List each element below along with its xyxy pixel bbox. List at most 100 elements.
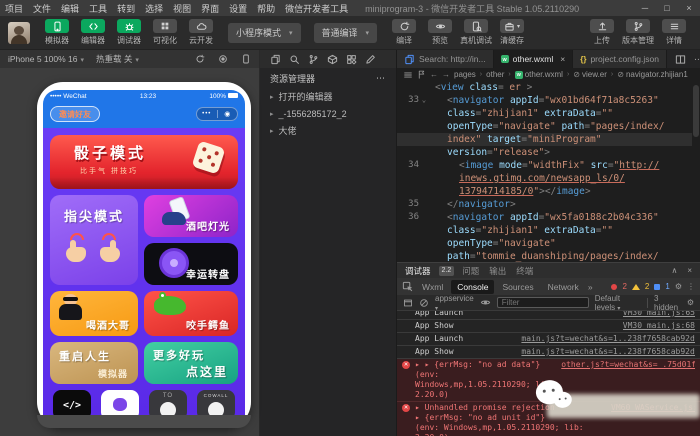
editor-scrollbar[interactable] <box>692 81 700 262</box>
extensions-icon[interactable] <box>346 54 357 65</box>
devtools-tab-wxml[interactable]: Wxml <box>416 280 449 294</box>
close-button[interactable]: × <box>678 3 700 13</box>
explorer-item[interactable]: ▸_-1556285172_2 <box>260 105 396 122</box>
record-icon[interactable] <box>218 54 228 64</box>
toolbar-button[interactable]: 可视化 <box>147 19 183 46</box>
menu-item[interactable]: 文件 <box>28 2 56 15</box>
source-link[interactable]: VM30 main.js:68 <box>623 321 695 331</box>
more-icon[interactable]: ⋯ <box>694 54 700 65</box>
breadcrumb-item[interactable]: Wother.wxml <box>515 70 563 79</box>
menu-item[interactable]: 项目 <box>0 2 28 15</box>
editor-tab[interactable]: {}project.config.json <box>573 50 667 68</box>
app-icon-code[interactable]: </> <box>53 390 91 415</box>
package-icon[interactable] <box>327 54 338 65</box>
minimize-button[interactable]: ─ <box>634 3 656 13</box>
levels-dropdown[interactable]: Default levels ▾ <box>595 294 641 312</box>
explorer-item[interactable]: ▸大佬 <box>260 122 396 139</box>
menu-item[interactable]: 编辑 <box>56 2 84 15</box>
search-icon[interactable] <box>289 54 300 65</box>
tile-drinking-bro[interactable]: 喝酒大哥 <box>50 291 138 336</box>
compile-condition-dropdown[interactable]: 普通编译 ▾ <box>314 23 378 43</box>
more-icon[interactable]: ••• <box>197 111 217 117</box>
source-link[interactable]: main.js?t=wechat&s=1..238f7658cab92d54:6… <box>521 334 695 344</box>
breadcrumb-item[interactable]: ⊘view.er <box>573 70 607 79</box>
code-editor[interactable]: <view class= er >33⌄<navigator appId="wx… <box>397 81 700 262</box>
tab-debugger[interactable]: 调试器 <box>405 265 431 277</box>
scheme-dropdown[interactable]: 小程序模式 ▾ <box>228 23 301 43</box>
app-icon-cowall[interactable]: COWALL <box>197 390 235 415</box>
devtools-tab-network[interactable]: Network <box>542 280 585 294</box>
maximize-button[interactable]: □ <box>656 3 678 13</box>
toolbar-button[interactable]: 编译 <box>386 19 422 46</box>
user-avatar[interactable] <box>8 22 30 44</box>
tile-crocodile[interactable]: 咬手鳄鱼 <box>144 291 238 336</box>
app-icon-purple[interactable] <box>101 390 139 415</box>
toolbar-button[interactable]: ▾清缓存 <box>494 19 530 46</box>
menu-item[interactable]: 界面 <box>196 2 224 15</box>
breadcrumb-item[interactable]: pages <box>454 70 476 79</box>
panel-tab[interactable]: 问题 <box>462 265 479 277</box>
close-tab-icon[interactable]: × <box>560 54 565 64</box>
device-selector[interactable]: iPhone 5 100% 16▾ <box>8 54 84 64</box>
toolbar-button[interactable]: 调试器 <box>111 19 147 46</box>
console-sidebar-icon[interactable] <box>403 298 413 308</box>
edit-icon[interactable] <box>365 54 376 65</box>
more-icon[interactable]: ⋯ <box>376 73 386 84</box>
toolbar-button[interactable]: 编辑器 <box>75 19 111 46</box>
menu-item[interactable]: 视图 <box>168 2 196 15</box>
close-icon[interactable]: × <box>687 266 692 275</box>
app-icon-to[interactable]: TO <box>149 390 187 415</box>
files-icon[interactable] <box>270 54 281 65</box>
toolbar-button[interactable]: 真机调试 <box>458 19 494 46</box>
source-link[interactable]: VM30 main.js:65 <box>623 311 695 318</box>
device-icon[interactable] <box>241 54 251 64</box>
gear-icon[interactable]: ⚙ <box>675 282 682 291</box>
source-control-icon[interactable] <box>308 54 319 65</box>
toolbar-button[interactable]: 上传 <box>584 19 620 46</box>
menu-item[interactable]: 选择 <box>140 2 168 15</box>
dice-mode-banner[interactable]: 骰子模式 比手气 拼技巧 <box>50 135 238 189</box>
tile-bar-lights[interactable]: 酒吧灯光 <box>144 195 238 237</box>
toolbar-button[interactable]: 云开发 <box>183 19 219 46</box>
menu-item[interactable]: 帮助 <box>252 2 280 15</box>
source-link[interactable]: main.js?t=wechat&s=1..238f7658cab92d54:6… <box>521 347 695 357</box>
collapse-icon[interactable]: ∧ <box>671 266 677 275</box>
exit-icon[interactable]: ◉ <box>218 110 238 118</box>
breadcrumb-item[interactable]: ⊘navigator.zhijian1 <box>617 70 688 79</box>
invite-friends-button[interactable]: 邀请好友 <box>50 106 100 122</box>
tile-fingertip-mode[interactable]: 指尖模式 <box>50 195 138 285</box>
toolbar-button[interactable]: 详情 <box>656 19 692 46</box>
panel-tab[interactable]: 输出 <box>489 265 506 277</box>
tile-lucky-wheel[interactable]: 幸运转盘 <box>144 243 238 285</box>
forward-arrow-icon[interactable]: → <box>442 70 450 79</box>
editor-tab[interactable]: Search: http://in... <box>397 50 494 68</box>
toolbar-button[interactable]: 版本管理 <box>620 19 656 46</box>
breadcrumb-item[interactable]: other <box>486 70 504 79</box>
hot-reload-toggle[interactable]: 热重载 关▾ <box>96 53 139 65</box>
context-selector[interactable]: appservice ▾ <box>435 294 474 312</box>
tile-more-fun[interactable]: 更多好玩 点这里 <box>144 342 238 384</box>
filter-input[interactable] <box>497 297 589 308</box>
menu-item[interactable]: 转到 <box>112 2 140 15</box>
gear-icon[interactable]: ⚙ <box>687 298 694 307</box>
menu-item[interactable]: 微信开发者工具 <box>280 2 353 15</box>
menu-item[interactable]: 工具 <box>84 2 112 15</box>
menu-item[interactable]: 设置 <box>224 2 252 15</box>
menu-icon[interactable] <box>403 70 413 80</box>
split-editor-icon[interactable] <box>675 54 686 65</box>
panel-tab[interactable]: 终端 <box>516 265 533 277</box>
rotate-icon[interactable] <box>195 54 205 64</box>
devtools-tab-sources[interactable]: Sources <box>496 280 539 294</box>
clear-console-icon[interactable] <box>419 298 429 308</box>
explorer-item[interactable]: ▸打开的编辑器 <box>260 88 396 105</box>
eye-icon[interactable] <box>480 297 491 308</box>
kebab-menu-icon[interactable]: ⋮ <box>687 282 695 291</box>
editor-tab[interactable]: Wother.wxml× <box>494 50 574 68</box>
tab-overflow[interactable]: » <box>588 282 593 292</box>
tile-restart-life[interactable]: 重启人生 模拟器 <box>50 342 138 384</box>
toolbar-button[interactable]: 模拟器 <box>39 19 75 46</box>
inspect-icon[interactable] <box>402 281 413 292</box>
devtools-tab-console[interactable]: Console <box>451 280 494 294</box>
bookmark-icon[interactable] <box>417 70 426 79</box>
capsule-menu[interactable]: ••• ◉ <box>196 107 238 121</box>
